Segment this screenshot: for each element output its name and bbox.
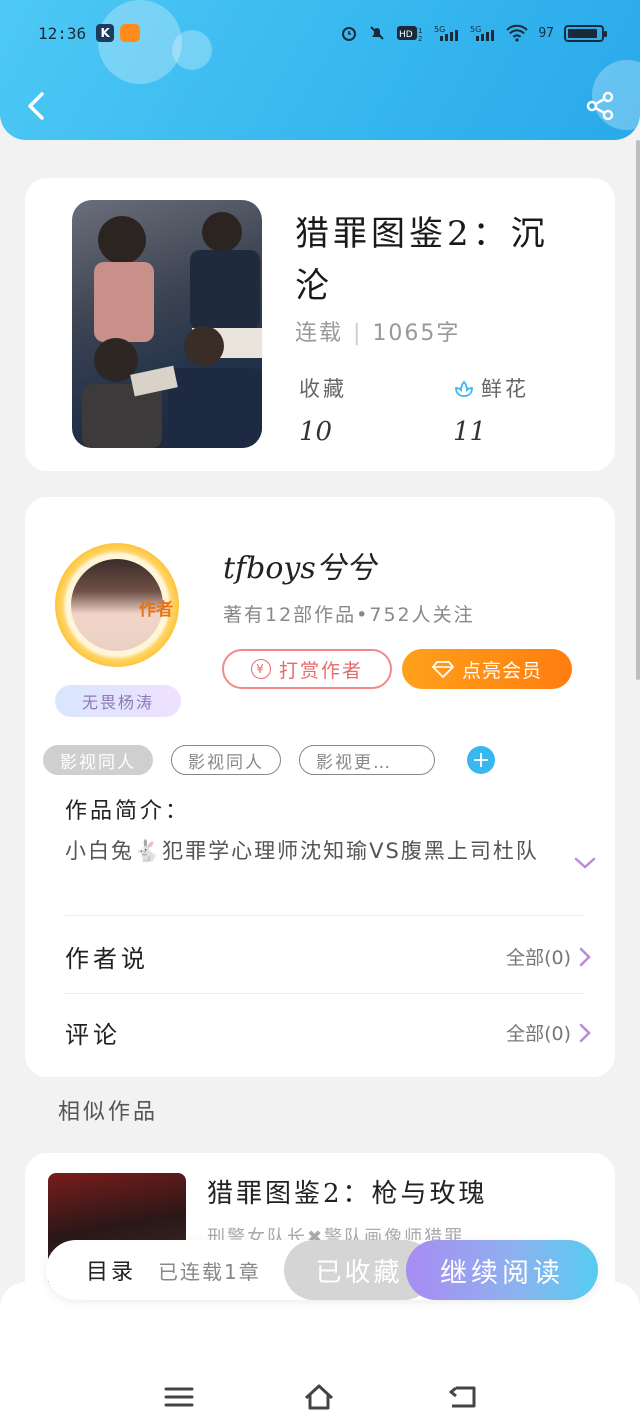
battery-percent: 97 [538,25,554,41]
back-arrow-icon[interactable] [22,88,52,124]
share-icon[interactable] [584,90,616,122]
battery-icon [564,24,607,42]
diamond-icon [431,661,454,678]
status-bar: 12:36 K HD 1 2 5G 5G 97 [38,18,607,48]
author-name[interactable]: tfboys兮兮 [223,543,376,587]
svg-text:5G: 5G [470,25,481,34]
wifi-icon [506,24,529,42]
alarm-icon [342,27,357,41]
svg-text:HD: HD [399,30,413,40]
chapter-count: 已连载1章 [158,1260,261,1284]
book-status: 连载 | 1065字 [295,315,460,347]
similar-title: 猎罪图鉴2：枪与玫瑰 [207,1179,488,1209]
tag-item[interactable]: 影视更… [299,745,435,775]
divider [65,915,585,916]
flower-icon [455,380,473,397]
chevron-right-icon [579,1023,591,1042]
bottom-action-bar: 目录 已连载1章 已收藏 继续阅读 [46,1240,598,1300]
reward-author-button[interactable]: ¥ 打赏作者 [222,649,392,689]
menu-icon[interactable] [162,1382,196,1412]
flowers-value: 11 [453,417,487,447]
yen-icon: ¥ [250,659,271,679]
svg-text:1: 1 [418,27,422,35]
flowers-stat[interactable]: 鲜花 11 [453,373,529,447]
author-avatar[interactable]: 作者 [55,543,179,667]
vip-button[interactable]: 点亮会员 [402,649,572,689]
comments-link[interactable]: 全部(0) [506,1019,591,1046]
status-separator: | [353,321,363,346]
app-k-icon: K [96,24,115,42]
intro-text: 小白兔🐇犯罪学心理师沈知瑜VS腹黑上司杜队 [65,839,539,863]
svg-text:2: 2 [418,35,422,42]
comments-label: 评论 [65,1021,121,1049]
similar-works-title: 相似作品 [58,1100,159,1125]
serial-status: 连载 [295,321,344,346]
reward-label: 打赏作者 [278,659,363,682]
app-tv-icon [120,24,141,42]
favorites-stat: 收藏 10 [299,373,347,447]
signal-5g-icon: 5G [470,25,495,41]
author-meta: 著有12部作品•752人关注 [223,604,475,626]
status-time: 12:36 [38,23,87,43]
tag-item[interactable]: 影视同人 [171,745,281,775]
book-cover-image[interactable] [72,200,262,448]
home-icon[interactable] [302,1382,336,1412]
tag-item[interactable]: 影视同人 [43,745,153,775]
chevron-down-icon[interactable] [573,855,597,871]
author-card: 作者 无畏杨涛 tfboys兮兮 著有12部作品•752人关注 ¥ 打赏作者 点… [25,497,615,1077]
flowers-label: 鲜花 [481,377,529,401]
divider [65,993,585,994]
hd-icon: HD 12 [397,26,423,42]
scrollbar[interactable] [636,140,640,680]
svg-text:5G: 5G [434,25,445,34]
add-tag-icon[interactable]: + [467,746,495,774]
chevron-right-icon [579,947,591,966]
comments-count: 全部(0) [506,1023,571,1045]
book-title: 猎罪图鉴2：沉沦 [295,214,549,306]
mute-bell-icon [370,26,385,40]
author-badge: 作者 [139,600,173,620]
vip-label: 点亮会员 [461,659,542,682]
genre-tags: 影视同人 影视同人 影视更… + [43,745,495,775]
favorites-value: 10 [299,417,333,447]
author-says-label: 作者说 [65,945,149,973]
author-says-link[interactable]: 全部(0) [506,943,591,970]
status-icons: HD 1 2 5G 5G 97 [340,24,607,42]
continue-reading-button[interactable]: 继续阅读 [406,1240,598,1300]
book-info-card: 猎罪图鉴2：沉沦 连载 | 1065字 收藏 10 鲜花 11 [25,178,615,471]
toc-button[interactable]: 目录 [86,1254,136,1286]
favorites-label: 收藏 [299,377,347,401]
signal-5g-icon: 5G [434,25,459,41]
system-nav-bar [0,1282,640,1422]
back-nav-icon[interactable] [446,1382,480,1412]
word-count: 1065字 [372,321,461,346]
author-says-count: 全部(0) [506,947,571,969]
header: 12:36 K HD 1 2 5G 5G 97 [0,0,640,140]
intro-label: 作品简介： [65,799,191,824]
avatar-frame-tag: 无畏杨涛 [55,685,181,717]
